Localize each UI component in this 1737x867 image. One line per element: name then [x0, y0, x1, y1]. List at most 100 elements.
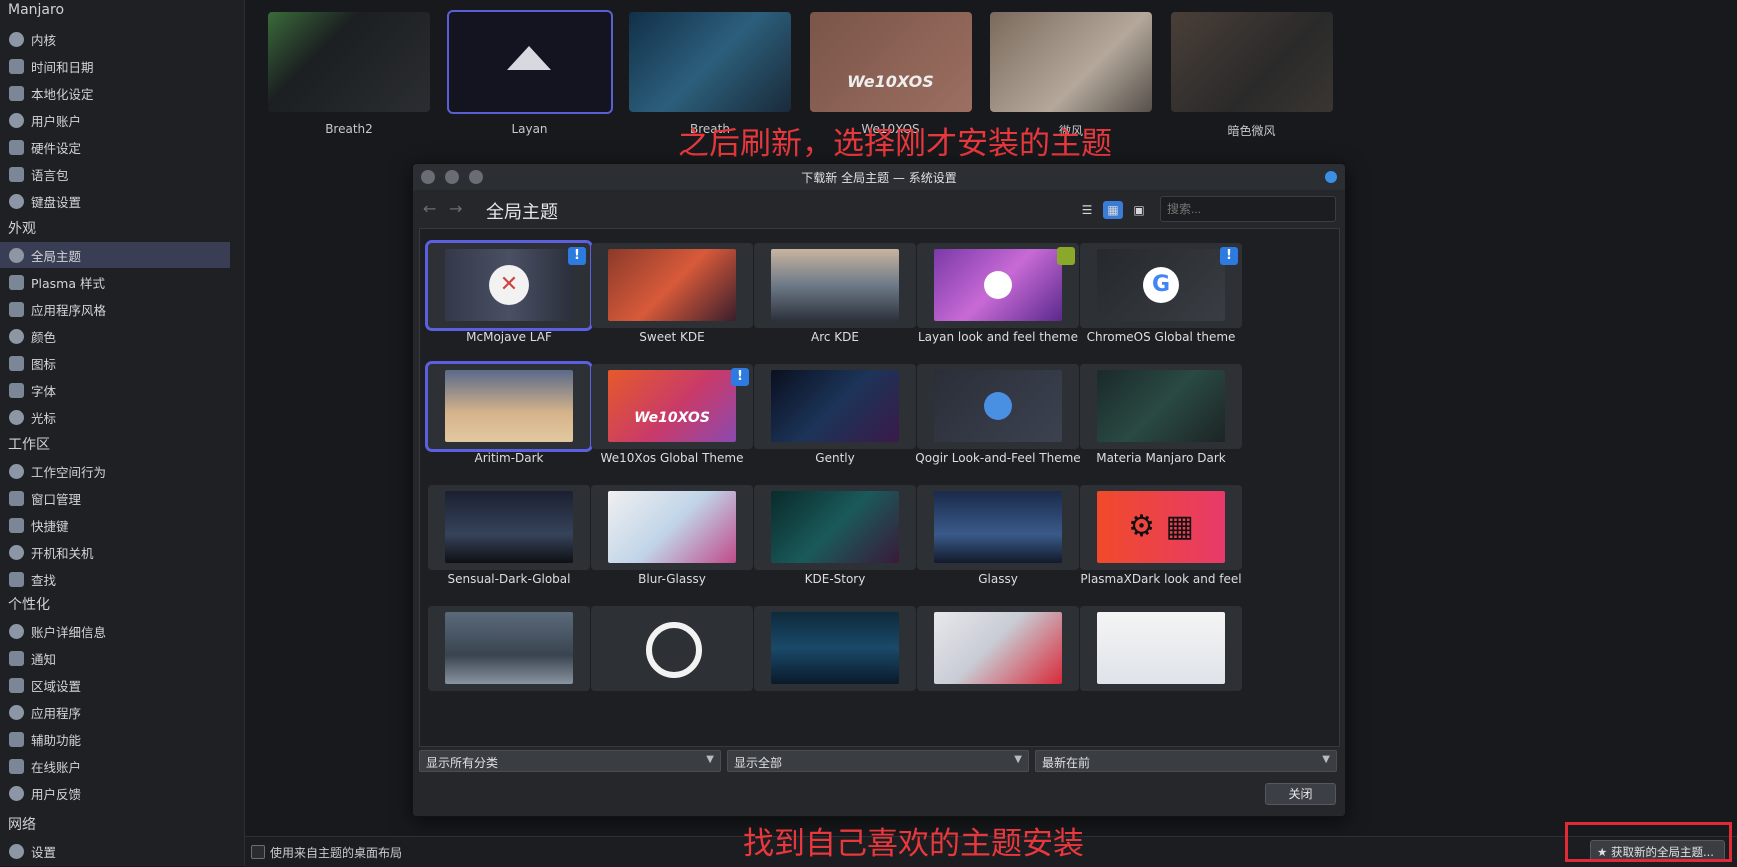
sidebar-item-label: 查找 — [31, 572, 57, 588]
sidebar-item[interactable]: 光标 — [0, 404, 230, 430]
sidebar-item[interactable]: 用户账户 — [0, 107, 230, 133]
theme-preview-image — [445, 370, 573, 442]
theme-card[interactable]: ⚙ ▦ — [1080, 485, 1242, 570]
sidebar-item[interactable]: 开机和关机 — [0, 539, 230, 565]
pin-icon[interactable] — [1325, 171, 1337, 183]
sidebar-item[interactable]: 区域设置 — [0, 672, 230, 698]
installed-theme-card[interactable] — [629, 12, 791, 112]
grid-view-icon[interactable]: ▦ — [1103, 201, 1123, 219]
sidebar-item[interactable]: 键盘设置 — [0, 188, 230, 214]
sidebar-item[interactable]: 账户详细信息 — [0, 618, 230, 644]
category-select[interactable]: 显示所有分类 ▼ — [419, 750, 721, 772]
settings-category-icon — [9, 490, 24, 506]
list-view-icon[interactable]: ☰ — [1077, 201, 1097, 219]
theme-card[interactable] — [1080, 606, 1242, 691]
sort-select[interactable]: 最新在前 ▼ — [1035, 750, 1337, 772]
theme-card[interactable] — [425, 361, 593, 452]
theme-card[interactable] — [428, 606, 590, 691]
back-arrow-icon[interactable]: ← — [423, 199, 436, 218]
theme-card[interactable] — [1080, 364, 1242, 449]
installed-theme-card[interactable]: We10XOS — [809, 12, 972, 112]
image-view-icon[interactable]: ▣ — [1129, 201, 1149, 219]
theme-card[interactable] — [754, 364, 916, 449]
desktop-layout-label: 使用来自主题的桌面布局 — [270, 846, 403, 860]
sidebar-item[interactable]: 工作空间行为 — [0, 458, 230, 484]
get-new-themes-dialog: 下载新 全局主题 — 系统设置 ← → 全局主题 ☰ ▦ ▣ ✕!McMojav… — [412, 163, 1346, 817]
sidebar-item[interactable]: 应用程序 — [0, 699, 230, 725]
theme-card[interactable] — [917, 485, 1079, 570]
sidebar-item[interactable]: 快捷键 — [0, 512, 230, 538]
sidebar-item[interactable]: 辅助功能 — [0, 726, 230, 752]
sidebar-item-label: 应用程序 — [31, 705, 82, 721]
sidebar-section-header: 网络 — [8, 817, 36, 833]
installed-theme-label: 暗色微风 — [1227, 124, 1276, 138]
search-input[interactable] — [1160, 196, 1336, 222]
theme-card[interactable] — [428, 485, 590, 570]
sidebar-item[interactable]: 应用程序风格 — [0, 296, 230, 322]
sidebar-item-label: 账户详细信息 — [31, 624, 107, 640]
installed-theme-card[interactable] — [268, 12, 430, 112]
sidebar-item-label: 颜色 — [31, 329, 57, 345]
sidebar-item[interactable]: 硬件设定 — [0, 134, 230, 160]
theme-card[interactable]: G! — [1080, 243, 1242, 328]
settings-category-icon — [9, 139, 24, 155]
installed-theme-card[interactable] — [990, 12, 1152, 112]
theme-card[interactable] — [917, 606, 1079, 691]
theme-card[interactable] — [754, 606, 916, 691]
settings-category-icon — [9, 758, 24, 774]
sidebar-item-label: 通知 — [31, 651, 57, 667]
sidebar-item[interactable]: 全局主题 — [0, 242, 230, 268]
sidebar-item-label: 内核 — [31, 32, 57, 48]
close-button[interactable]: 关闭 — [1265, 783, 1336, 805]
chevron-down-icon: ▼ — [1014, 754, 1022, 765]
theme-card[interactable] — [917, 243, 1079, 328]
desktop-layout-checkbox[interactable] — [251, 845, 265, 859]
dialog-titlebar[interactable]: 下载新 全局主题 — 系统设置 — [413, 164, 1345, 190]
sidebar-item[interactable]: 设置 — [0, 838, 230, 864]
theme-card[interactable]: We10XOS! — [591, 364, 753, 449]
sidebar-item[interactable]: 本地化设定 — [0, 80, 230, 106]
sidebar-item-label: 图标 — [31, 356, 57, 372]
sidebar-item-label: 用户反馈 — [31, 786, 82, 802]
sidebar-item[interactable]: 窗口管理 — [0, 485, 230, 511]
sidebar-item[interactable]: 颜色 — [0, 323, 230, 349]
theme-card[interactable] — [591, 243, 753, 328]
theme-card[interactable] — [591, 485, 753, 570]
settings-category-icon — [9, 571, 24, 587]
update-badge-icon: ! — [568, 247, 586, 265]
sidebar-item[interactable]: 时间和日期 — [0, 53, 230, 79]
sidebar-item-label: 光标 — [31, 410, 57, 426]
theme-preview-image — [934, 249, 1062, 321]
sidebar-item[interactable]: 在线账户 — [0, 753, 230, 779]
layan-logo-icon — [506, 46, 551, 70]
sidebar-item-label: 开机和关机 — [31, 545, 94, 561]
page-title: 全局主题 — [486, 202, 558, 223]
theme-card[interactable]: ✕! — [425, 240, 593, 331]
settings-category-icon — [9, 704, 24, 720]
settings-category-icon — [9, 677, 24, 693]
installed-theme-card[interactable] — [1170, 12, 1333, 112]
theme-card[interactable] — [591, 606, 753, 691]
settings-category-icon — [9, 31, 24, 47]
sidebar-item[interactable]: 图标 — [0, 350, 230, 376]
theme-preview-image: ✕ — [445, 249, 573, 321]
installed-theme-card[interactable] — [446, 10, 613, 114]
theme-card[interactable] — [917, 364, 1079, 449]
sidebar-item-label: 键盘设置 — [31, 194, 82, 210]
sidebar-item[interactable]: 用户反馈 — [0, 780, 230, 806]
chevron-down-icon: ▼ — [706, 754, 714, 765]
show-select[interactable]: 显示全部 ▼ — [727, 750, 1029, 772]
annotation-top: 之后刷新，选择刚才安装的主题 — [678, 126, 1112, 162]
sidebar-section-header: 外观 — [8, 221, 36, 237]
sidebar-item[interactable]: Plasma 样式 — [0, 269, 230, 295]
sidebar-item[interactable]: 查找 — [0, 566, 230, 592]
theme-card[interactable] — [754, 485, 916, 570]
sidebar-item[interactable]: 通知 — [0, 645, 230, 671]
settings-category-icon — [9, 731, 24, 747]
sidebar-item[interactable]: 字体 — [0, 377, 230, 403]
sidebar-item[interactable]: 语言包 — [0, 161, 230, 187]
forward-arrow-icon[interactable]: → — [449, 199, 462, 218]
theme-card[interactable] — [754, 243, 916, 328]
sidebar-section-header: 个性化 — [8, 597, 50, 613]
sidebar-item[interactable]: 内核 — [0, 26, 230, 52]
